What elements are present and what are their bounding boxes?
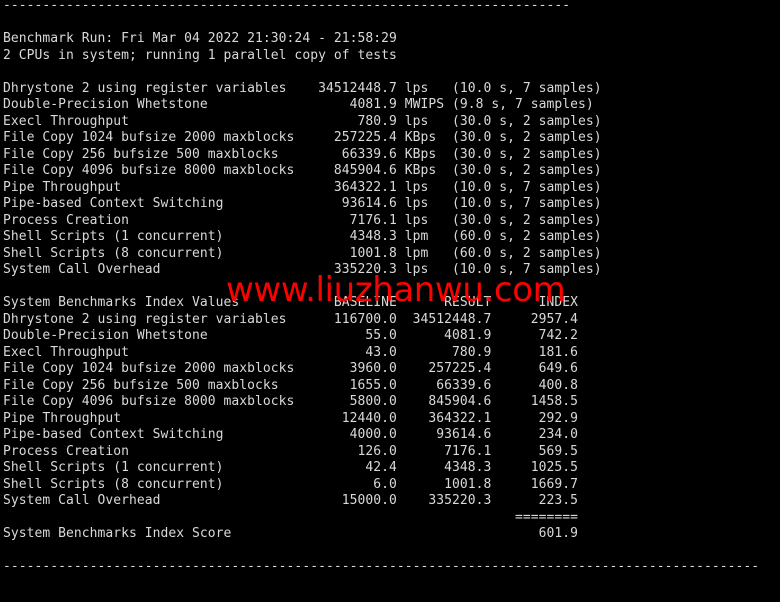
blank [3,15,759,32]
raw-result-row: Dhrystone 2 using register variables 345… [3,80,602,96]
index-row: Execl Throughput 43.0 780.9 181.6 [3,344,578,360]
index-row: Shell Scripts (1 concurrent) 42.4 4348.3… [3,460,578,475]
terminal-window: ----------------------------------------… [0,0,780,602]
blank [3,279,759,296]
index-row: Shell Scripts (8 concurrent) 6.0 1001.8 … [3,476,578,492]
index-row: Process Creation 126.0 7176.1 569.5 [3,443,578,459]
raw-result-row: Double-Precision Whetstone 4081.9 MWIPS … [3,97,594,112]
raw-result-row: File Copy 256 bufsize 500 maxblocks 6633… [3,146,602,162]
raw-result-row: Shell Scripts (8 concurrent) 1001.8 lpm … [3,245,602,261]
index-row: Double-Precision Whetstone 55.0 4081.9 7… [3,328,578,343]
index-row: System Call Overhead 15000.0 335220.3 22… [3,493,578,508]
terminal-output: ----------------------------------------… [3,0,759,576]
raw-result-row: File Copy 1024 bufsize 2000 maxblocks 25… [3,130,602,145]
bottom-rule: ----------------------------------------… [3,559,760,574]
index-score-row: System Benchmarks Index Score 601.9 [3,526,578,541]
cpu-count-line: 2 CPUs in system; running 1 parallel cop… [3,47,397,63]
raw-result-row: Process Creation 7176.1 lps (30.0 s, 2 s… [3,212,602,228]
index-row: Dhrystone 2 using register variables 116… [3,311,578,327]
blank [3,543,759,560]
index-row: File Copy 4096 bufsize 8000 maxblocks 58… [3,394,578,409]
raw-result-row: Pipe Throughput 364322.1 lps (10.0 s, 7 … [3,179,602,195]
top-rule: ----------------------------------------… [3,0,571,13]
index-row: File Copy 256 bufsize 500 maxblocks 1655… [3,377,578,393]
raw-result-row: Pipe-based Context Switching 93614.6 lps… [3,196,602,211]
index-row: Pipe-based Context Switching 4000.0 9361… [3,427,578,442]
index-header-row: System Benchmarks Index Values BASELINE … [3,295,578,310]
raw-result-row: Shell Scripts (1 concurrent) 4348.3 lpm … [3,229,602,244]
score-separator: ======== [3,509,578,525]
raw-result-row: File Copy 4096 bufsize 8000 maxblocks 84… [3,163,602,178]
raw-result-row: System Call Overhead 335220.3 lps (10.0 … [3,262,602,277]
index-row: File Copy 1024 bufsize 2000 maxblocks 39… [3,361,578,376]
index-row: Pipe Throughput 12440.0 364322.1 292.9 [3,410,578,426]
benchmark-run-line: Benchmark Run: Fri Mar 04 2022 21:30:24 … [3,31,397,46]
raw-result-row: Execl Throughput 780.9 lps (30.0 s, 2 sa… [3,113,602,129]
blank [3,64,759,81]
